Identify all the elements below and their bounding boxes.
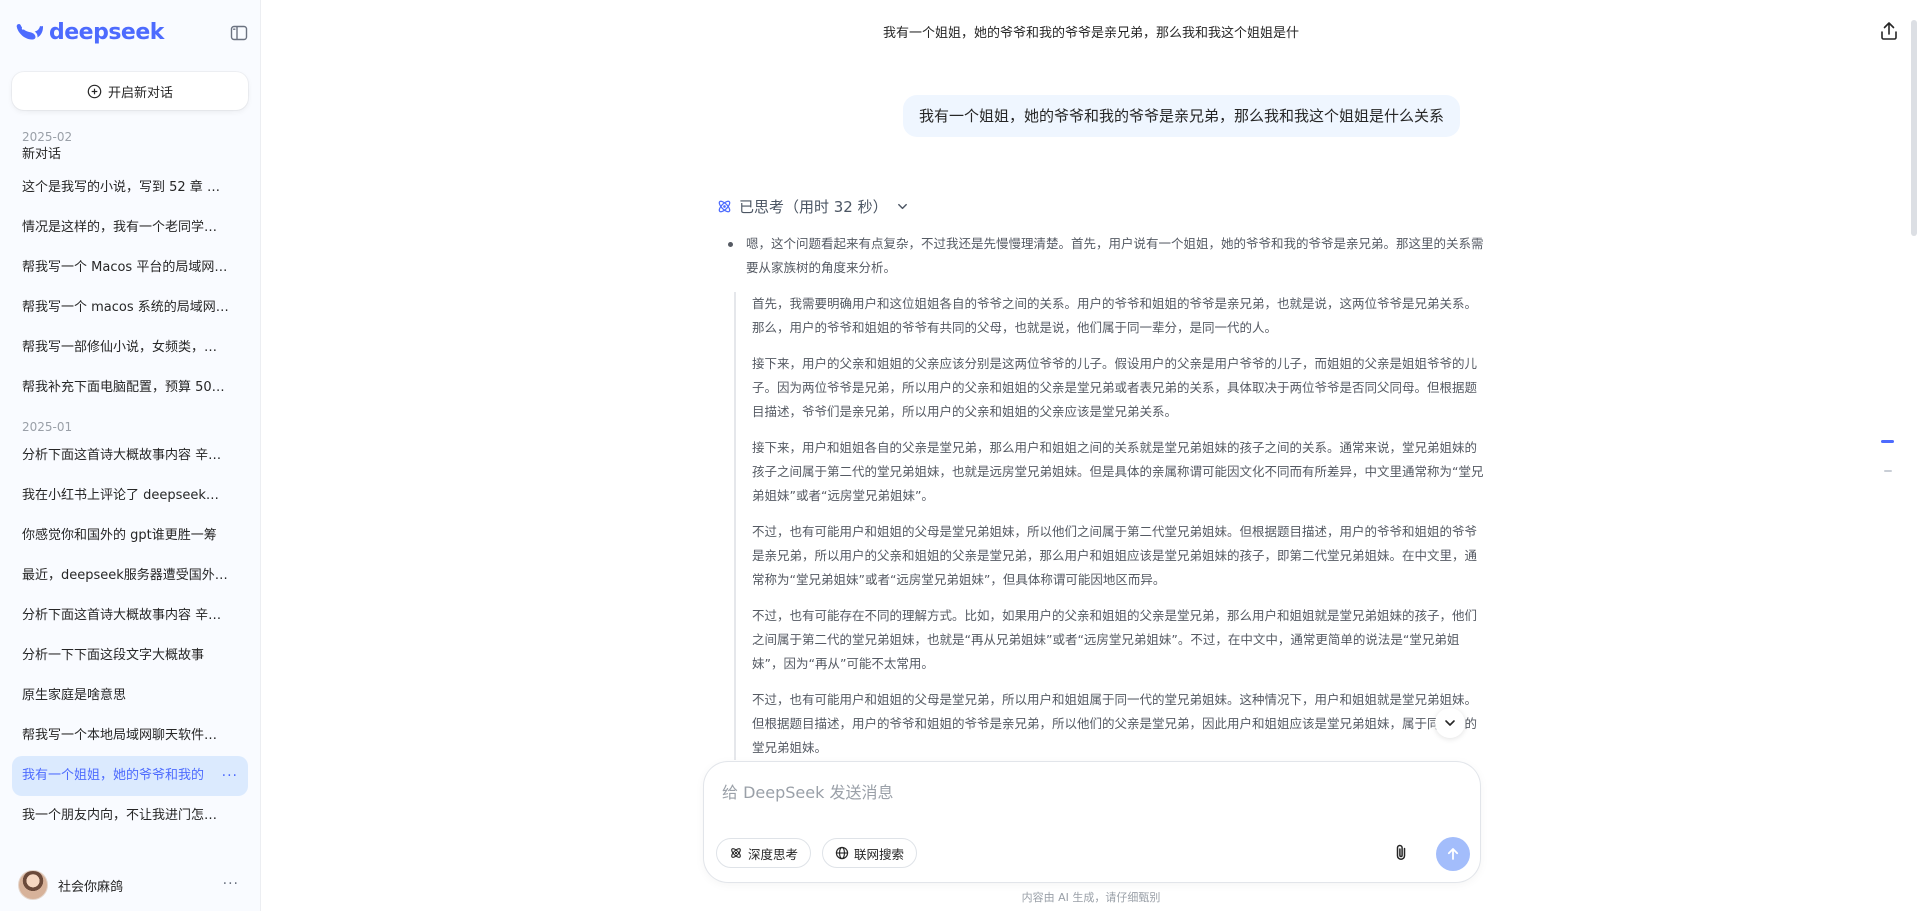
message-input[interactable] xyxy=(722,780,1422,804)
conversation-item-label: 我有一个姐姐，她的爷爷和我的 xyxy=(22,768,205,783)
conversation-item[interactable]: 我一个朋友内向，不让我进门怎… xyxy=(12,796,248,836)
thought-paragraph: 不过，也有可能用户和姐姐的父母是堂兄弟，所以用户和姐姐属于同一代的堂兄弟姐妹。这… xyxy=(752,692,1478,755)
brand[interactable]: deepseek xyxy=(15,18,164,46)
thought-paragraph: 接下来，用户和姐姐各自的父亲是堂兄弟，那么用户和姐姐之间的关系就是堂兄弟姐妹的孩… xyxy=(752,440,1484,503)
thought-paragraph: 不过，也有可能存在不同的理解方式。比如，如果用户的父亲和姐姐的父亲是堂兄弟，那么… xyxy=(752,608,1478,671)
conversation-item[interactable]: 分析一下下面这段文字大概故事 xyxy=(12,636,248,676)
conversation-item[interactable]: 帮我补充下面电脑配置，预算 50… xyxy=(12,368,248,408)
group-date: 2025-01 xyxy=(22,420,73,434)
send-button[interactable] xyxy=(1436,837,1470,871)
plus-circle-icon xyxy=(87,84,102,98)
conversation-item[interactable]: 帮我写一个 macos 系统的局域网… xyxy=(12,288,248,328)
conversation-more-button[interactable]: ··· xyxy=(222,756,238,796)
conversation-item[interactable]: 帮我写一个本地局域网聊天软件… xyxy=(12,716,248,756)
thought-paragraph: 不过，也有可能用户和姐姐的父母是堂兄弟姐妹，所以他们之间属于第二代堂兄弟姐妹。但… xyxy=(752,524,1478,587)
user-bar[interactable]: 社会你麻鸽 ··· xyxy=(0,859,261,911)
conversation-item-active[interactable]: 我有一个姐姐，她的爷爷和我的 ··· xyxy=(12,756,248,796)
chat-title: 我有一个姐姐，她的爷爷和我的爷爷是亲兄弟，那么我和我这个姐姐是什 xyxy=(882,26,1299,41)
conversation-item[interactable]: 我在小红书上评论了 deepseek… xyxy=(12,476,248,516)
chevron-down-icon xyxy=(1445,720,1455,726)
new-chat-label: 开启新对话 xyxy=(107,85,173,101)
conversation-item[interactable]: 分析下面这首诗大概故事内容 辛… xyxy=(12,436,248,476)
atom-icon xyxy=(718,200,731,213)
user-name: 社会你麻鸽 xyxy=(58,879,124,895)
thought-paragraphs: 首先，我需要明确用户和这位姐姐各自的爷爷之间的关系。用户的爷爷和姐姐的爷爷是亲兄… xyxy=(734,292,1488,760)
arrow-up-icon xyxy=(1447,848,1459,860)
ai-disclaimer: 内容由 AI 生成，请仔细甄别 xyxy=(1021,891,1161,904)
sidebar: deepseek 开启新对话 2025-02 新对话 这个是我写的小说，写到 5… xyxy=(0,0,261,911)
conversation-list: 2025-02 新对话 这个是我写的小说，写到 52 章 … 情况是这样的，我有… xyxy=(12,128,248,836)
deep-think-button[interactable]: 深度思考 xyxy=(716,838,812,868)
minimap-marker[interactable] xyxy=(1884,470,1892,472)
sidebar-toggle-icon[interactable] xyxy=(230,24,248,42)
conversation-item[interactable]: 帮我写一个 Macos 平台的局域网… xyxy=(12,248,248,288)
brand-name: deepseek xyxy=(49,19,164,45)
message-composer: 深度思考 联网搜索 xyxy=(704,762,1480,882)
conversation-item[interactable]: 原生家庭是啥意思 xyxy=(12,676,248,716)
group-date: 2025-02 xyxy=(22,130,73,144)
thought-paragraph: 首先，我需要明确用户和这位姐姐各自的爷爷之间的关系。用户的爷爷和姐姐的爷爷是亲兄… xyxy=(752,296,1478,335)
web-search-label: 联网搜索 xyxy=(854,846,905,862)
conversation-item[interactable]: 帮我写一部修仙小说，女频类，… xyxy=(12,328,248,368)
globe-icon xyxy=(835,846,849,860)
thought-toggle[interactable]: 已思考（用时 32 秒） xyxy=(716,196,909,217)
thought-label: 已思考（用时 32 秒） xyxy=(739,198,888,216)
chat-main: 我有一个姐姐，她的爷爷和我的爷爷是亲兄弟，那么我和我这个姐姐是什 我有一个姐姐，… xyxy=(262,0,1920,911)
scroll-to-bottom-button[interactable] xyxy=(1435,708,1465,738)
bullet-dot xyxy=(728,242,733,247)
minimap-current-marker[interactable] xyxy=(1881,440,1894,443)
web-search-button[interactable]: 联网搜索 xyxy=(822,838,918,868)
thought-lead-text: 嗯，这个问题看起来有点复杂，不过我还是先慢慢理清楚。首先，用户说有一个姐姐，她的… xyxy=(746,236,1484,275)
thought-paragraph: 接下来，用户的父亲和姐姐的父亲应该分别是这两位爷爷的儿子。假设用户的父亲是用户爷… xyxy=(752,356,1478,419)
whale-logo-icon xyxy=(16,24,44,40)
share-upload-icon[interactable] xyxy=(1878,20,1900,42)
paperclip-icon[interactable] xyxy=(1390,842,1412,864)
conversation-item[interactable]: 新对话 xyxy=(12,146,248,168)
user-more-button[interactable]: ··· xyxy=(223,876,239,892)
atom-icon xyxy=(731,848,741,858)
conversation-item[interactable]: 这个是我写的小说，写到 52 章 … xyxy=(12,168,248,208)
user-message-bubble: 我有一个姐姐，她的爷爷和我的爷爷是亲兄弟，那么我和我这个姐姐是什么关系 xyxy=(902,95,1460,137)
avatar[interactable] xyxy=(18,870,48,900)
chevron-down-icon xyxy=(897,203,907,210)
conversation-item[interactable]: 你感觉你和国外的 gpt谁更胜一筹 xyxy=(12,516,248,556)
new-chat-button[interactable]: 开启新对话 xyxy=(12,72,248,110)
scrollbar-thumb[interactable] xyxy=(1911,20,1917,236)
conversation-item[interactable]: 最近，deepseek服务器遭受国外… xyxy=(12,556,248,596)
conversation-item[interactable]: 情况是这样的，我有一个老同学… xyxy=(12,208,248,248)
thought-content: 嗯，这个问题看起来有点复杂，不过我还是先慢慢理清楚。首先，用户说有一个姐姐，她的… xyxy=(728,232,1488,760)
deep-think-label: 深度思考 xyxy=(748,846,799,862)
conversation-item[interactable]: 分析下面这首诗大概故事内容 辛… xyxy=(12,596,248,636)
thought-lead: 嗯，这个问题看起来有点复杂，不过我还是先慢慢理清楚。首先，用户说有一个姐姐，她的… xyxy=(728,232,1488,280)
